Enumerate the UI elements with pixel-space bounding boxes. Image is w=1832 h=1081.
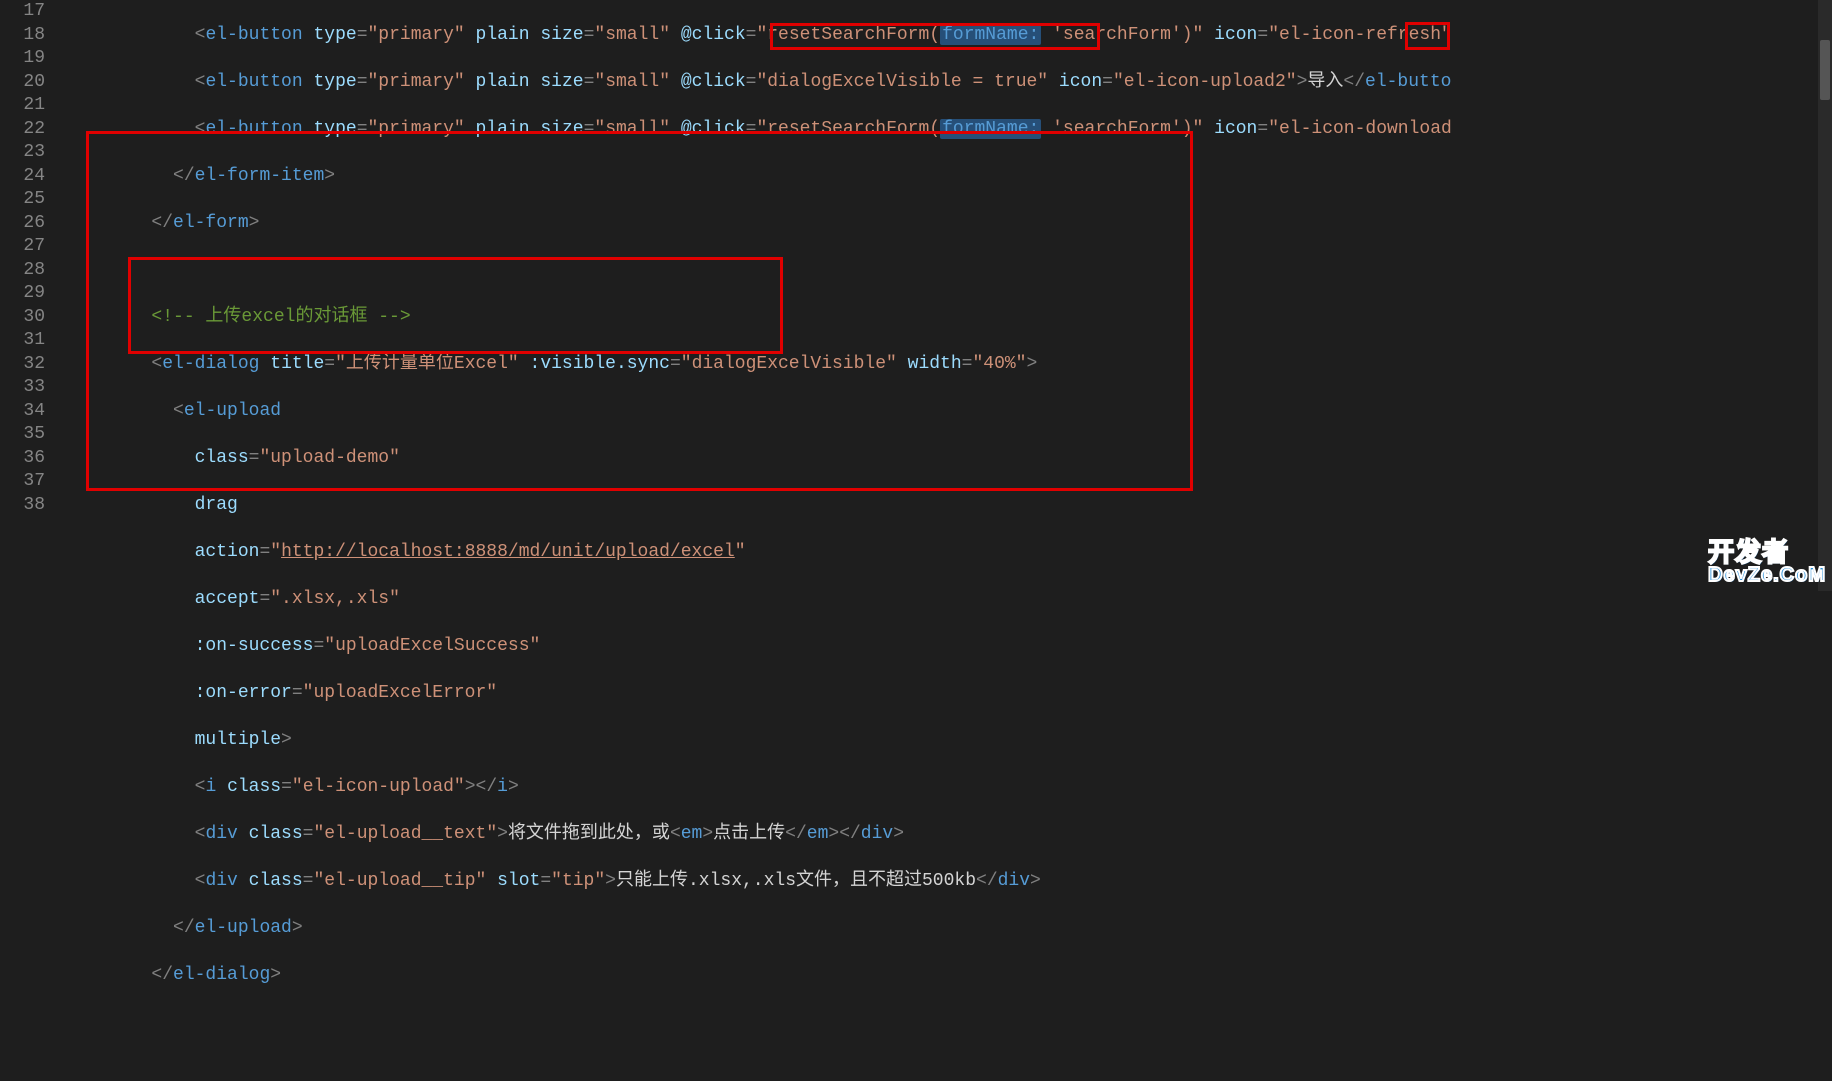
code-line[interactable]: <!-- 上传excel的对话框 --> [65,306,1832,330]
selection-highlight: formName: [940,119,1041,139]
line-number: 32 [0,353,45,377]
line-number: 18 [0,24,45,48]
code-line[interactable]: accept=".xlsx,.xls" [65,588,1832,612]
scrollbar-thumb[interactable] [1820,40,1830,100]
code-line[interactable]: </el-upload> [65,917,1832,941]
logo-line1: 开发者 [1708,539,1826,565]
line-number: 33 [0,376,45,400]
line-number: 38 [0,494,45,518]
code-line[interactable] [65,259,1832,283]
code-line[interactable]: <el-dialog title="上传计量单位Excel" :visible.… [65,353,1832,377]
line-number: 30 [0,306,45,330]
code-line[interactable]: <div class="el-upload__text">将文件拖到此处，或<e… [65,823,1832,847]
watermark-logo: 开发者 DevZe.CoM [1708,539,1826,585]
code-line[interactable]: action="http://localhost:8888/md/unit/up… [65,541,1832,565]
code-line[interactable]: <div class="el-upload__tip" slot="tip">只… [65,870,1832,894]
selection-highlight: formName: [940,25,1041,45]
code-line[interactable]: multiple> [65,729,1832,753]
line-number: 35 [0,423,45,447]
line-number: 19 [0,47,45,71]
line-number: 25 [0,188,45,212]
code-line[interactable]: <el-upload [65,400,1832,424]
line-number-gutter: 17 18 19 20 21 22 23 24 25 26 27 28 29 3… [0,0,65,591]
line-number: 34 [0,400,45,424]
line-number: 21 [0,94,45,118]
line-number: 28 [0,259,45,283]
code-line[interactable]: class="upload-demo" [65,447,1832,471]
code-editor[interactable]: 17 18 19 20 21 22 23 24 25 26 27 28 29 3… [0,0,1832,591]
line-number: 31 [0,329,45,353]
line-number: 23 [0,141,45,165]
code-line[interactable]: <i class="el-icon-upload"></i> [65,776,1832,800]
line-number: 36 [0,447,45,471]
line-number: 17 [0,0,45,24]
code-line[interactable]: <el-button type="primary" plain size="sm… [65,71,1832,95]
code-line[interactable]: </el-form-item> [65,165,1832,189]
code-area[interactable]: <el-button type="primary" plain size="sm… [65,0,1832,591]
line-number: 27 [0,235,45,259]
code-line[interactable]: drag [65,494,1832,518]
line-number: 29 [0,282,45,306]
line-number: 26 [0,212,45,236]
code-line[interactable]: </el-dialog> [65,964,1832,988]
code-line[interactable]: :on-success="uploadExcelSuccess" [65,635,1832,659]
logo-line2: DevZe.CoM [1708,565,1826,585]
line-number: 22 [0,118,45,142]
code-line[interactable]: </el-form> [65,212,1832,236]
line-number: 24 [0,165,45,189]
code-line[interactable]: <el-button type="primary" plain size="sm… [65,24,1832,48]
vertical-scrollbar[interactable] [1818,0,1832,591]
line-number: 20 [0,71,45,95]
code-line[interactable]: <el-button type="primary" plain size="sm… [65,118,1832,142]
code-line[interactable]: :on-error="uploadExcelError" [65,682,1832,706]
line-number: 37 [0,470,45,494]
code-line[interactable] [65,1011,1832,1035]
